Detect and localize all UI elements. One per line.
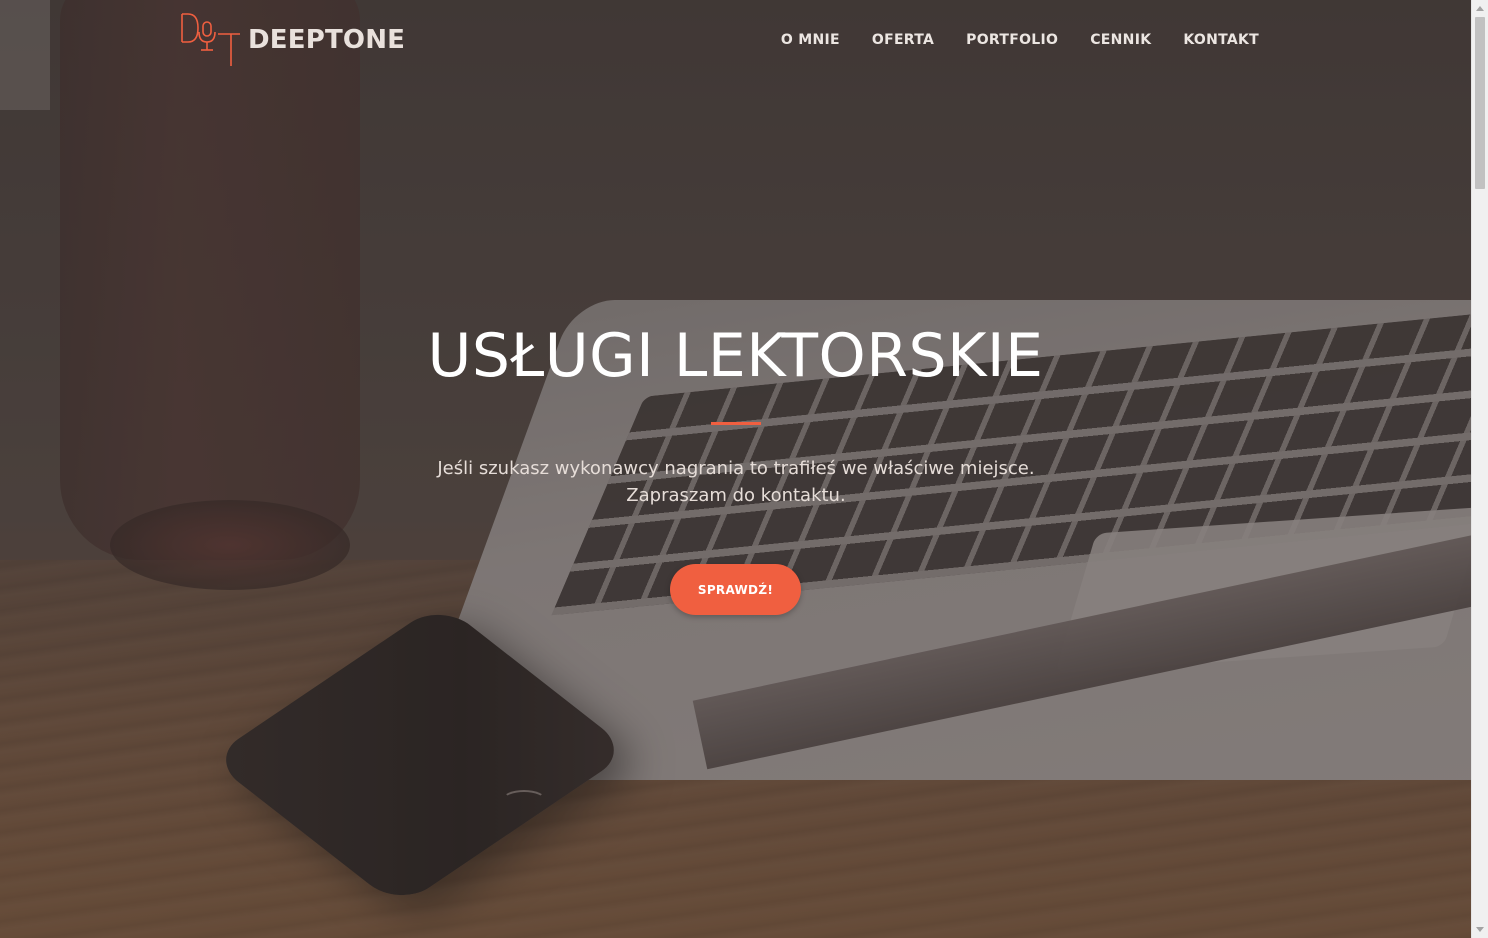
hero-title: USŁUGI LEKTORSKIE: [427, 321, 1044, 391]
page-scrollbar[interactable]: [1471, 0, 1488, 938]
scroll-up-arrow-icon[interactable]: [1476, 6, 1484, 11]
hero-section: USŁUGI LEKTORSKIE Jeśli szukasz wykonawc…: [0, 0, 1471, 938]
hero-subtitle: Jeśli szukasz wykonawcy nagrania to traf…: [437, 458, 1035, 506]
scroll-down-arrow-icon[interactable]: [1476, 927, 1484, 932]
page: DEEPTONE O MNIE OFERTA PORTFOLIO CENNIK …: [0, 0, 1488, 938]
scrollbar-thumb[interactable]: [1475, 17, 1485, 189]
check-button[interactable]: SPRAWDŹ!: [670, 564, 801, 615]
hero-divider: [711, 422, 761, 425]
